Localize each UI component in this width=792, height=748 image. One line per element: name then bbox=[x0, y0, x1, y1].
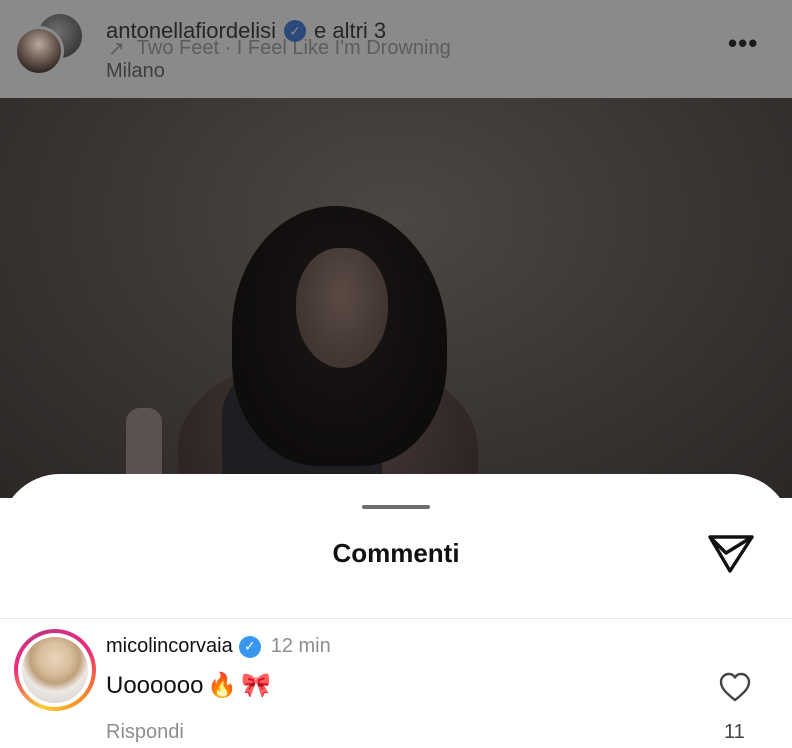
sheet-title: Commenti bbox=[332, 538, 460, 568]
comment-item: micolincorvaia ✓ 12 min Uoooooo 🔥 🎀 Risp… bbox=[0, 619, 792, 748]
comments-sheet: Commenti micolincorvaia ✓ 12 min Uoooooo… bbox=[0, 474, 792, 748]
comment-timestamp: 12 min bbox=[270, 635, 331, 657]
ribbon-emoji-icon: 🎀 bbox=[241, 672, 272, 699]
collab-avatars[interactable] bbox=[12, 10, 84, 80]
comment-body: Uoooooo 🔥 🎀 bbox=[106, 671, 271, 700]
fire-emoji-icon: 🔥 bbox=[207, 672, 238, 699]
photo-subject-face bbox=[296, 248, 388, 368]
verified-badge-icon: ✓ bbox=[284, 20, 306, 42]
sheet-drag-handle[interactable] bbox=[362, 505, 430, 509]
reply-button[interactable]: Rispondi bbox=[106, 721, 184, 744]
comment-header: micolincorvaia ✓ 12 min bbox=[106, 635, 331, 658]
post-header: ↗ Two Feet · I Feel Like I'm Drowning an… bbox=[0, 0, 792, 98]
author-username[interactable]: antonellafiordelisi bbox=[106, 18, 276, 44]
post-photo[interactable] bbox=[0, 98, 792, 498]
post-location[interactable]: Milano bbox=[106, 60, 165, 83]
comment-text: Uoooooo bbox=[106, 671, 204, 699]
collaborators-label[interactable]: e altri 3 bbox=[314, 18, 386, 44]
more-options-icon[interactable]: ••• bbox=[728, 28, 758, 59]
like-count: 11 bbox=[724, 721, 745, 743]
author-avatar bbox=[14, 26, 64, 76]
heart-icon[interactable] bbox=[718, 671, 752, 703]
commenter-avatar-image bbox=[22, 637, 88, 703]
paper-plane-icon[interactable] bbox=[706, 530, 756, 576]
post-author[interactable]: antonellafiordelisi ✓ e altri 3 bbox=[106, 18, 386, 44]
commenter-username[interactable]: micolincorvaia bbox=[106, 635, 233, 658]
commenter-avatar[interactable] bbox=[14, 629, 96, 711]
verified-badge-icon: ✓ bbox=[238, 635, 261, 658]
